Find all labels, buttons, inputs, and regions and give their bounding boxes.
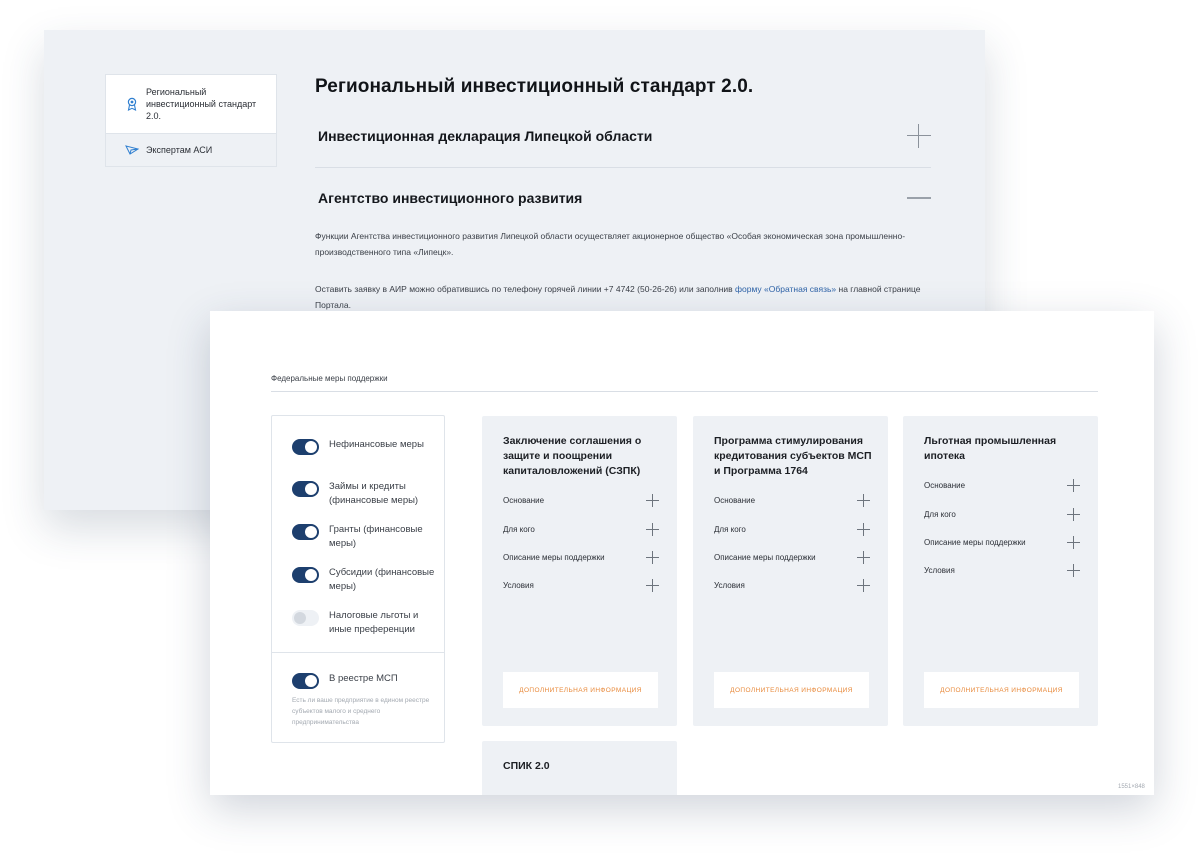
plus-icon[interactable] [646, 551, 659, 564]
accordion-investment-agency[interactable]: Агентство инвестиционного развития [315, 186, 931, 210]
card-title: Заключение соглашения о защите и поощрен… [503, 435, 642, 477]
support-card: Программа стимулирования кредитования су… [693, 416, 888, 726]
filter-loans[interactable]: Займы и кредиты (финансовые меры) [292, 480, 442, 508]
filter-sme-registry[interactable]: В реестре МСП [292, 672, 442, 689]
accordion-investment-declaration[interactable]: Инвестиционная декларация Липецкой облас… [315, 124, 931, 148]
row-label: Описание меры поддержки [924, 538, 1026, 547]
contact-text-before: Оставить заявку в АИР можно обратившись … [315, 284, 736, 294]
sidebar-item-label: Региональный инвестиционный стандарт 2.0… [146, 87, 257, 121]
row-label: Основание [714, 496, 756, 505]
sidebar: Региональный инвестиционный стандарт 2.0… [105, 74, 277, 167]
divider [315, 167, 931, 168]
sidebar-item-label: Экспертам АСИ [146, 145, 213, 155]
plus-icon[interactable] [646, 494, 659, 507]
card-row-basis[interactable]: Основание [503, 494, 659, 507]
send-icon [124, 143, 140, 157]
card-row-conditions[interactable]: Условия [924, 564, 1080, 577]
row-label: Для кого [503, 525, 535, 534]
toggle-switch[interactable] [292, 481, 319, 497]
filter-label: Нефинансовые меры [329, 439, 424, 450]
toggle-switch[interactable] [292, 673, 319, 689]
plus-icon[interactable] [857, 579, 870, 592]
card-row-description[interactable]: Описание меры поддержки [924, 536, 1080, 549]
support-card: СПИК 2.0 [482, 741, 677, 795]
row-label: Описание меры поддержки [503, 553, 605, 562]
card-row-conditions[interactable]: Условия [714, 579, 870, 592]
toggle-switch[interactable] [292, 524, 319, 540]
card-row-basis[interactable]: Основание [924, 479, 1080, 492]
filter-label: В реестре МСП [329, 673, 398, 684]
plus-icon[interactable] [646, 579, 659, 592]
row-label: Основание [503, 496, 545, 505]
sidebar-item-asi-experts[interactable]: Экспертам АСИ [106, 133, 276, 166]
card-row-for-whom[interactable]: Для кого [503, 523, 659, 536]
filter-label: Гранты (финансовые меры) [329, 524, 423, 549]
more-info-button[interactable]: Дополнительная информация [714, 672, 869, 708]
accordion-label: Инвестиционная декларация Липецкой облас… [318, 128, 653, 144]
card-row-conditions[interactable]: Условия [503, 579, 659, 592]
plus-icon[interactable] [1067, 479, 1080, 492]
card-title: СПИК 2.0 [503, 760, 550, 772]
plus-icon[interactable] [1067, 508, 1080, 521]
plus-icon[interactable] [646, 523, 659, 536]
row-label: Для кого [714, 525, 746, 534]
row-label: Условия [924, 566, 955, 575]
toggle-switch[interactable] [292, 567, 319, 583]
divider [271, 391, 1098, 392]
filter-subsidies[interactable]: Субсидии (финансовые меры) [292, 566, 442, 594]
toggle-switch[interactable] [292, 439, 319, 455]
sidebar-item-regional-standard[interactable]: Региональный инвестиционный стандарт 2.0… [106, 75, 276, 133]
filter-grants[interactable]: Гранты (финансовые меры) [292, 523, 442, 551]
agency-description: Функции Агентства инвестиционного развит… [315, 231, 906, 257]
card-row-description[interactable]: Описание меры поддержки [714, 551, 870, 564]
card-title: Льготная промышленная ипотека [924, 435, 1057, 462]
row-label: Основание [924, 481, 966, 490]
filter-nonfinancial[interactable]: Нефинансовые меры [292, 438, 442, 455]
plus-icon[interactable] [907, 124, 931, 148]
card-row-for-whom[interactable]: Для кого [714, 523, 870, 536]
divider [272, 652, 444, 653]
front-window: Федеральные меры поддержки Нефинансовые … [210, 311, 1154, 795]
plus-icon[interactable] [1067, 564, 1080, 577]
filter-label: Займы и кредиты (финансовые меры) [329, 481, 419, 506]
card-row-description[interactable]: Описание меры поддержки [503, 551, 659, 564]
section-label: Федеральные меры поддержки [271, 374, 388, 383]
card-title: Программа стимулирования кредитования су… [714, 435, 872, 477]
card-row-for-whom[interactable]: Для кого [924, 508, 1080, 521]
filter-label: Налоговые льготы и иные преференции [329, 610, 419, 635]
toggle-switch[interactable] [292, 610, 319, 626]
dimensions-note: 1551×848 [1118, 784, 1145, 790]
filter-tax-benefits[interactable]: Налоговые льготы и иные преференции [292, 609, 442, 637]
more-info-button[interactable]: Дополнительная информация [503, 672, 658, 708]
award-icon [124, 97, 140, 111]
page-title: Региональный инвестиционный стандарт 2.0… [315, 76, 754, 97]
more-info-button[interactable]: Дополнительная информация [924, 672, 1079, 708]
feedback-form-link[interactable]: форму «Обратная связь» [735, 284, 836, 294]
registry-help-text: Есть ли ваше предприятие в едином реестр… [292, 697, 430, 726]
row-label: Условия [503, 581, 534, 590]
plus-icon[interactable] [857, 494, 870, 507]
minus-icon[interactable] [907, 186, 931, 210]
accordion-label: Агентство инвестиционного развития [318, 190, 583, 206]
support-card: Заключение соглашения о защите и поощрен… [482, 416, 677, 726]
filter-label: Субсидии (финансовые меры) [329, 567, 435, 592]
agency-contact-text: Оставить заявку в АИР можно обратившись … [315, 281, 931, 313]
support-card: Льготная промышленная ипотека Основание … [903, 416, 1098, 726]
row-label: Для кого [924, 510, 956, 519]
row-label: Условия [714, 581, 745, 590]
filter-panel: Нефинансовые меры Займы и кредиты (финан… [271, 415, 445, 743]
plus-icon[interactable] [857, 523, 870, 536]
row-label: Описание меры поддержки [714, 553, 816, 562]
plus-icon[interactable] [857, 551, 870, 564]
card-row-basis[interactable]: Основание [714, 494, 870, 507]
plus-icon[interactable] [1067, 536, 1080, 549]
